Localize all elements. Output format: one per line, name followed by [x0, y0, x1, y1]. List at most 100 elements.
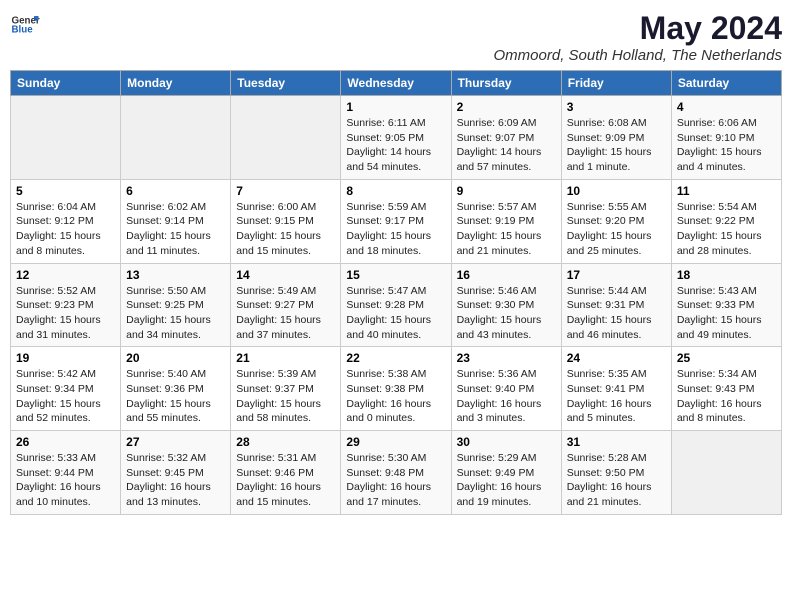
calendar-cell: 24 Sunrise: 5:35 AMSunset: 9:41 PMDayligh…	[561, 347, 671, 431]
svg-text:Blue: Blue	[12, 25, 34, 36]
day-number: 24	[567, 351, 666, 365]
day-of-week-header: Sunday	[11, 71, 121, 96]
day-number: 30	[457, 435, 556, 449]
day-number: 2	[457, 100, 556, 114]
calendar-cell: 12Sunrise: 5:52 AMSunset: 9:23 PMDayligh…	[11, 263, 121, 347]
calendar-cell: 11 Sunrise: 5:54 AMSunset: 9:22 PMDayligh…	[671, 179, 781, 263]
day-number: 13	[126, 268, 225, 282]
day-info: Sunrise: 5:50 AMSunset: 9:25 PMDaylight:…	[126, 284, 225, 343]
day-number: 1	[346, 100, 445, 114]
day-number: 21	[236, 351, 335, 365]
day-info: Sunrise: 6:04 AMSunset: 9:12 PMDaylight:…	[16, 200, 115, 259]
calendar-week-row: 1 Sunrise: 6:11 AMSunset: 9:05 PMDaylight…	[11, 96, 782, 180]
calendar-cell: 25Sunrise: 5:34 AMSunset: 9:43 PMDayligh…	[671, 347, 781, 431]
day-number: 14	[236, 268, 335, 282]
day-info: Sunrise: 5:31 AMSunset: 9:46 PMDaylight:…	[236, 451, 335, 510]
calendar-week-row: 5 Sunrise: 6:04 AMSunset: 9:12 PMDaylight…	[11, 179, 782, 263]
day-number: 5	[16, 184, 115, 198]
day-info: Sunrise: 5:35 AMSunset: 9:41 PMDaylight:…	[567, 367, 666, 426]
day-info: Sunrise: 5:49 AMSunset: 9:27 PMDaylight:…	[236, 284, 335, 343]
day-info: Sunrise: 5:42 AMSunset: 9:34 PMDaylight:…	[16, 367, 115, 426]
day-info: Sunrise: 6:06 AMSunset: 9:10 PMDaylight:…	[677, 116, 776, 175]
calendar-week-row: 19 Sunrise: 5:42 AMSunset: 9:34 PMDayligh…	[11, 347, 782, 431]
day-info: Sunrise: 5:33 AMSunset: 9:44 PMDaylight:…	[16, 451, 115, 510]
calendar-cell: 14 Sunrise: 5:49 AMSunset: 9:27 PMDayligh…	[231, 263, 341, 347]
day-number: 11	[677, 184, 776, 198]
day-number: 7	[236, 184, 335, 198]
day-number: 25	[677, 351, 776, 365]
day-info: Sunrise: 5:38 AMSunset: 9:38 PMDaylight:…	[346, 367, 445, 426]
day-info: Sunrise: 5:47 AMSunset: 9:28 PMDaylight:…	[346, 284, 445, 343]
logo-icon: General Blue	[10, 10, 40, 40]
calendar-cell: 8Sunrise: 5:59 AMSunset: 9:17 PMDaylight…	[341, 179, 451, 263]
day-number: 9	[457, 184, 556, 198]
day-info: Sunrise: 5:32 AMSunset: 9:45 PMDaylight:…	[126, 451, 225, 510]
calendar-cell	[231, 96, 341, 180]
subtitle: Ommoord, South Holland, The Netherlands	[494, 47, 782, 64]
day-number: 23	[457, 351, 556, 365]
calendar-cell: 28 Sunrise: 5:31 AMSunset: 9:46 PMDayligh…	[231, 431, 341, 515]
day-info: Sunrise: 5:52 AMSunset: 9:23 PMDaylight:…	[16, 284, 115, 343]
calendar-cell: 29 Sunrise: 5:30 AMSunset: 9:48 PMDayligh…	[341, 431, 451, 515]
day-number: 29	[346, 435, 445, 449]
calendar-cell: 20Sunrise: 5:40 AMSunset: 9:36 PMDayligh…	[121, 347, 231, 431]
calendar-cell: 19 Sunrise: 5:42 AMSunset: 9:34 PMDayligh…	[11, 347, 121, 431]
day-info: Sunrise: 5:28 AMSunset: 9:50 PMDaylight:…	[567, 451, 666, 510]
day-number: 22	[346, 351, 445, 365]
calendar-header-row: SundayMondayTuesdayWednesdayThursdayFrid…	[11, 71, 782, 96]
day-info: Sunrise: 6:08 AMSunset: 9:09 PMDaylight:…	[567, 116, 666, 175]
calendar-cell: 2 Sunrise: 6:09 AMSunset: 9:07 PMDaylight…	[451, 96, 561, 180]
calendar-week-row: 26 Sunrise: 5:33 AMSunset: 9:44 PMDayligh…	[11, 431, 782, 515]
day-info: Sunrise: 6:02 AMSunset: 9:14 PMDaylight:…	[126, 200, 225, 259]
day-number: 10	[567, 184, 666, 198]
day-number: 16	[457, 268, 556, 282]
day-of-week-header: Saturday	[671, 71, 781, 96]
calendar-cell: 5 Sunrise: 6:04 AMSunset: 9:12 PMDaylight…	[11, 179, 121, 263]
day-of-week-header: Monday	[121, 71, 231, 96]
day-of-week-header: Friday	[561, 71, 671, 96]
day-number: 4	[677, 100, 776, 114]
day-info: Sunrise: 6:11 AMSunset: 9:05 PMDaylight:…	[346, 116, 445, 175]
calendar-cell: 23 Sunrise: 5:36 AMSunset: 9:40 PMDayligh…	[451, 347, 561, 431]
day-number: 18	[677, 268, 776, 282]
day-of-week-header: Wednesday	[341, 71, 451, 96]
calendar-cell: 7Sunrise: 6:00 AMSunset: 9:15 PMDaylight…	[231, 179, 341, 263]
day-info: Sunrise: 5:36 AMSunset: 9:40 PMDaylight:…	[457, 367, 556, 426]
calendar-cell: 15Sunrise: 5:47 AMSunset: 9:28 PMDayligh…	[341, 263, 451, 347]
day-info: Sunrise: 6:09 AMSunset: 9:07 PMDaylight:…	[457, 116, 556, 175]
calendar-cell: 26 Sunrise: 5:33 AMSunset: 9:44 PMDayligh…	[11, 431, 121, 515]
calendar-cell: 30Sunrise: 5:29 AMSunset: 9:49 PMDayligh…	[451, 431, 561, 515]
day-info: Sunrise: 5:30 AMSunset: 9:48 PMDaylight:…	[346, 451, 445, 510]
calendar-week-row: 12Sunrise: 5:52 AMSunset: 9:23 PMDayligh…	[11, 263, 782, 347]
day-info: Sunrise: 5:54 AMSunset: 9:22 PMDaylight:…	[677, 200, 776, 259]
logo: General Blue	[10, 10, 40, 40]
day-info: Sunrise: 5:39 AMSunset: 9:37 PMDaylight:…	[236, 367, 335, 426]
day-number: 26	[16, 435, 115, 449]
calendar-cell: 22 Sunrise: 5:38 AMSunset: 9:38 PMDayligh…	[341, 347, 451, 431]
calendar-cell: 16 Sunrise: 5:46 AMSunset: 9:30 PMDayligh…	[451, 263, 561, 347]
calendar-cell: 17Sunrise: 5:44 AMSunset: 9:31 PMDayligh…	[561, 263, 671, 347]
calendar-cell: 31 Sunrise: 5:28 AMSunset: 9:50 PMDayligh…	[561, 431, 671, 515]
day-of-week-header: Tuesday	[231, 71, 341, 96]
day-info: Sunrise: 5:59 AMSunset: 9:17 PMDaylight:…	[346, 200, 445, 259]
day-number: 3	[567, 100, 666, 114]
calendar-cell	[121, 96, 231, 180]
calendar-cell	[671, 431, 781, 515]
calendar-cell: 18Sunrise: 5:43 AMSunset: 9:33 PMDayligh…	[671, 263, 781, 347]
calendar-cell: 10Sunrise: 5:55 AMSunset: 9:20 PMDayligh…	[561, 179, 671, 263]
day-number: 20	[126, 351, 225, 365]
day-number: 19	[16, 351, 115, 365]
calendar-cell: 27Sunrise: 5:32 AMSunset: 9:45 PMDayligh…	[121, 431, 231, 515]
calendar-cell: 6Sunrise: 6:02 AMSunset: 9:14 PMDaylight…	[121, 179, 231, 263]
calendar: SundayMondayTuesdayWednesdayThursdayFrid…	[10, 70, 782, 515]
day-number: 31	[567, 435, 666, 449]
day-number: 17	[567, 268, 666, 282]
day-info: Sunrise: 5:46 AMSunset: 9:30 PMDaylight:…	[457, 284, 556, 343]
day-number: 28	[236, 435, 335, 449]
header: General Blue May 2024 Ommoord, South Hol…	[10, 10, 782, 64]
calendar-cell: 1 Sunrise: 6:11 AMSunset: 9:05 PMDaylight…	[341, 96, 451, 180]
day-of-week-header: Thursday	[451, 71, 561, 96]
calendar-cell: 21 Sunrise: 5:39 AMSunset: 9:37 PMDayligh…	[231, 347, 341, 431]
calendar-cell: 13 Sunrise: 5:50 AMSunset: 9:25 PMDayligh…	[121, 263, 231, 347]
title-area: May 2024 Ommoord, South Holland, The Net…	[494, 10, 782, 64]
